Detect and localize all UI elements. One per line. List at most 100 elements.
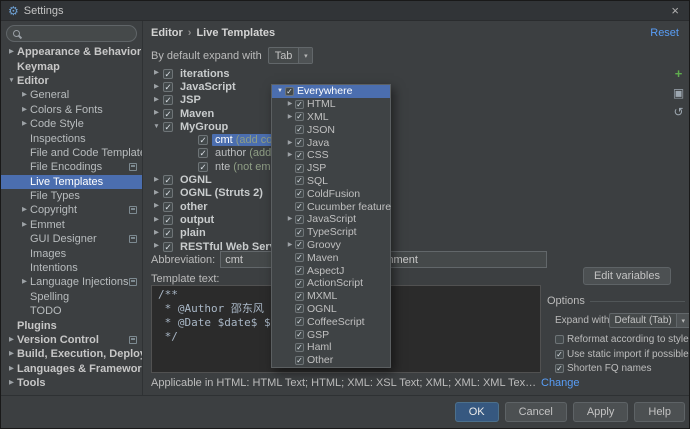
checkbox[interactable]: ✓	[295, 355, 304, 365]
checkbox[interactable]: ✓	[295, 112, 304, 122]
sidebar-item-spelling[interactable]: Spelling	[1, 290, 142, 304]
checkbox[interactable]: ✓	[163, 108, 173, 119]
template-row-nte[interactable]: ✓ nte (not empty)	[147, 160, 671, 173]
chevron-down-icon[interactable]: ▼	[6, 77, 17, 85]
template-row-author[interactable]: ✓author(add author)	[147, 147, 671, 160]
sidebar-item-colors-fonts[interactable]: ▶ Colors & Fonts	[1, 103, 142, 117]
sidebar-item-emmet[interactable]: ▶ Emmet	[1, 218, 142, 232]
context-item-coldfusion[interactable]: ✓ ColdFusion	[272, 187, 390, 200]
context-item-gsp[interactable]: ✓ GSP	[272, 328, 390, 341]
context-item-cucumber-feature[interactable]: ✓ Cucumber feature	[272, 200, 391, 213]
sidebar-item-copyright[interactable]: ▶ Copyright	[1, 203, 142, 217]
checkbox[interactable]: ✓	[198, 161, 208, 172]
checkbox[interactable]: ✓	[198, 148, 208, 159]
chevron-right-icon[interactable]: ▶	[151, 83, 162, 91]
chevron-right-icon[interactable]: ▶	[6, 48, 17, 56]
sidebar-item-editor[interactable]: ▼ Editor	[1, 74, 142, 88]
template-group-row-mygroup[interactable]: ▼ ✓ MyGroup	[147, 120, 671, 133]
expand-with-select[interactable]: Default (Tab) ▾	[609, 313, 689, 328]
sidebar-item-images[interactable]: Images	[1, 246, 142, 260]
chevron-right-icon[interactable]: ▶	[19, 279, 30, 286]
template-group-row-output[interactable]: ▶ ✓ output	[147, 213, 671, 226]
default-expand-select[interactable]: Tab ▾	[267, 47, 314, 64]
chevron-right-icon[interactable]: ▶	[6, 336, 17, 344]
checkbox[interactable]: ✓	[163, 68, 173, 79]
sidebar-item-intentions[interactable]: Intentions	[1, 261, 142, 275]
sidebar-item-language-injections[interactable]: ▶ Language Injections	[1, 275, 142, 289]
sidebar-item-build-execution-deployment[interactable]: ▶Build, Execution, Deployment	[1, 347, 142, 361]
checkbox[interactable]: ✓	[295, 240, 304, 250]
checkbox[interactable]: ✓	[295, 317, 304, 327]
sidebar-item-file-types[interactable]: File Types	[1, 189, 142, 203]
chevron-right-icon[interactable]: ▶	[285, 114, 295, 120]
checkbox[interactable]: ✓	[295, 266, 304, 276]
template-group-row-javascript[interactable]: ▶ ✓ JavaScript	[147, 80, 671, 93]
chevron-down-icon[interactable]: ▼	[275, 88, 285, 94]
option-shorten-fq-names[interactable]: ✓ Shorten FQ names	[555, 363, 685, 374]
close-icon[interactable]: ×	[668, 4, 682, 17]
checkbox[interactable]: ✓	[295, 163, 304, 173]
template-group-row-ognl[interactable]: ▶ ✓ OGNL	[147, 173, 671, 186]
checkbox[interactable]: ✓	[295, 99, 304, 109]
sidebar-item-todo[interactable]: TODO	[1, 304, 142, 318]
checkbox[interactable]: ✓	[295, 150, 304, 160]
abbreviation-input[interactable]	[220, 251, 279, 268]
sidebar-item-file-and-code-templates[interactable]: File and Code Templates	[1, 146, 142, 160]
option-use-static-import-if-possible[interactable]: ✓ Use static import if possible	[555, 349, 689, 360]
option-reformat-according-to-style[interactable]: Reformat according to style	[555, 334, 689, 345]
sidebar-item-file-encodings[interactable]: File Encodings	[1, 160, 142, 174]
checkbox[interactable]: ✓	[295, 304, 304, 314]
chevron-right-icon[interactable]: ▶	[19, 120, 30, 128]
context-item-html[interactable]: ▶ ✓ HTML	[272, 98, 390, 111]
sidebar-item-inspections[interactable]: Inspections	[1, 131, 142, 145]
context-item-mxml[interactable]: ✓ MXML	[272, 290, 390, 303]
checkbox[interactable]: ✓	[295, 291, 304, 301]
context-item-ognl[interactable]: ✓ OGNL	[272, 303, 390, 316]
checkbox[interactable]: ✓	[295, 138, 304, 148]
checkbox[interactable]: ✓	[295, 214, 304, 224]
chevron-right-icon[interactable]: ▶	[285, 242, 295, 248]
checkbox[interactable]: ✓	[163, 201, 173, 212]
context-item-xml[interactable]: ▶ ✓ XML	[272, 111, 390, 124]
checkbox[interactable]: ✓	[163, 95, 173, 106]
checkbox[interactable]: ✓	[163, 175, 173, 186]
sidebar-item-plugins[interactable]: Plugins	[1, 318, 142, 332]
context-item-maven[interactable]: ✓ Maven	[272, 251, 390, 264]
context-item-typescript[interactable]: ✓ TypeScript	[272, 226, 390, 239]
add-icon[interactable]: +	[675, 67, 683, 80]
context-item-java[interactable]: ▶ ✓ Java	[272, 136, 390, 149]
context-item-sql[interactable]: ✓ SQL	[272, 175, 390, 188]
context-item-jsp[interactable]: ✓ JSP	[272, 162, 390, 175]
chevron-right-icon[interactable]: ▶	[151, 190, 162, 197]
settings-search[interactable]	[6, 25, 137, 42]
chevron-right-icon[interactable]: ▶	[151, 176, 162, 184]
chevron-right-icon[interactable]: ▶	[6, 351, 17, 358]
template-group-row-iterations[interactable]: ▶ ✓ iterations	[147, 67, 671, 80]
checkbox[interactable]: ✓	[163, 241, 173, 252]
checkbox[interactable]: ✓	[163, 81, 173, 92]
edit-variables-button[interactable]: Edit variables	[582, 267, 671, 285]
template-group-row-other[interactable]: ▶ ✓ other	[147, 200, 671, 213]
search-input[interactable]	[24, 27, 130, 40]
checkbox[interactable]: ✓	[163, 214, 173, 225]
sidebar-item-tools[interactable]: ▶ Tools	[1, 376, 142, 390]
context-item-json[interactable]: ✓ JSON	[272, 123, 390, 136]
checkbox[interactable]: ✓	[295, 330, 304, 340]
sidebar-item-languages-frameworks[interactable]: ▶ Languages & Frameworks	[1, 362, 142, 376]
chevron-right-icon[interactable]: ▶	[151, 203, 162, 210]
chevron-right-icon[interactable]: ▶	[151, 243, 162, 250]
chevron-right-icon[interactable]: ▶	[151, 110, 162, 117]
ok-button[interactable]: OK	[454, 402, 499, 422]
sidebar-item-general[interactable]: ▶ General	[1, 88, 142, 102]
chevron-right-icon[interactable]: ▶	[285, 152, 295, 158]
checkbox[interactable]: ✓	[295, 202, 304, 212]
breadcrumb-editor[interactable]: Editor	[151, 27, 183, 39]
chevron-right-icon[interactable]: ▶	[285, 140, 295, 146]
context-item-coffeescript[interactable]: ✓ CoffeeScript	[272, 315, 390, 328]
chevron-right-icon[interactable]: ▶	[151, 229, 162, 237]
context-item-other[interactable]: ✓ Other	[272, 354, 390, 367]
checkbox[interactable]: ✓	[163, 121, 173, 132]
sidebar-item-code-style[interactable]: ▶ Code Style	[1, 117, 142, 131]
restore-defaults-icon[interactable]: ↺	[673, 106, 683, 118]
cancel-button[interactable]: Cancel	[504, 402, 567, 422]
